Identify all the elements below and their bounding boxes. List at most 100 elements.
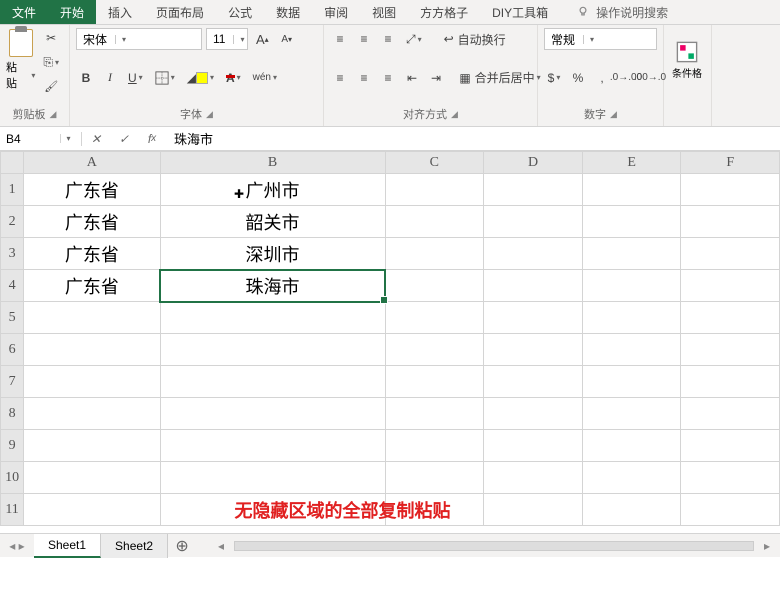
cell-F3[interactable] bbox=[681, 238, 780, 270]
cell-C2[interactable] bbox=[385, 206, 484, 238]
align-bottom-button[interactable]: ≡ bbox=[378, 28, 398, 50]
cell-E7[interactable] bbox=[582, 366, 681, 398]
cell-A6[interactable] bbox=[24, 334, 160, 366]
cell-C8[interactable] bbox=[385, 398, 484, 430]
cell-C9[interactable] bbox=[385, 430, 484, 462]
format-painter-button[interactable] bbox=[39, 75, 63, 97]
cell-F10[interactable] bbox=[681, 462, 780, 494]
cell-E3[interactable] bbox=[582, 238, 681, 270]
cell-A11[interactable] bbox=[24, 494, 160, 526]
cell-B7[interactable] bbox=[160, 366, 385, 398]
scroll-right-button[interactable]: ▸ bbox=[764, 539, 770, 553]
align-center-button[interactable]: ≡ bbox=[354, 67, 374, 89]
column-header-B[interactable]: B bbox=[160, 152, 385, 174]
column-header-E[interactable]: E bbox=[582, 152, 681, 174]
cell-E2[interactable] bbox=[582, 206, 681, 238]
insert-function-button[interactable]: fx bbox=[138, 128, 166, 150]
row-header-2[interactable]: 2 bbox=[1, 206, 24, 238]
tab-数据[interactable]: 数据 bbox=[264, 0, 312, 24]
cell-E4[interactable] bbox=[582, 270, 681, 302]
cell-D11[interactable] bbox=[484, 494, 583, 526]
cell-F2[interactable] bbox=[681, 206, 780, 238]
cell-E8[interactable] bbox=[582, 398, 681, 430]
cell-F6[interactable] bbox=[681, 334, 780, 366]
cell-F1[interactable] bbox=[681, 174, 780, 206]
sheet-tab-Sheet2[interactable]: Sheet2 bbox=[101, 534, 168, 558]
decrease-decimal-button[interactable]: .00→.0 bbox=[640, 67, 660, 89]
tell-me-search[interactable]: 操作说明搜索 bbox=[564, 0, 680, 24]
sheet-nav[interactable]: ◂ ▸ bbox=[0, 539, 34, 553]
cell-C5[interactable] bbox=[385, 302, 484, 334]
wrap-text-button[interactable]: ↩ 自动换行 bbox=[430, 28, 520, 50]
align-middle-button[interactable]: ≡ bbox=[354, 28, 374, 50]
decrease-font-button[interactable]: A▾ bbox=[277, 28, 297, 50]
cell-A7[interactable] bbox=[24, 366, 160, 398]
cell-D5[interactable] bbox=[484, 302, 583, 334]
border-button[interactable]: ▾ bbox=[151, 67, 179, 89]
cell-A10[interactable] bbox=[24, 462, 160, 494]
cell-C1[interactable] bbox=[385, 174, 484, 206]
select-all-corner[interactable] bbox=[1, 152, 24, 174]
font-color-button[interactable]: A▾ bbox=[222, 67, 245, 89]
cell-C4[interactable] bbox=[385, 270, 484, 302]
cell-F4[interactable] bbox=[681, 270, 780, 302]
scroll-left-button[interactable]: ◂ bbox=[218, 539, 224, 553]
cell-A1[interactable]: 广东省 bbox=[24, 174, 160, 206]
row-header-11[interactable]: 11 bbox=[1, 494, 24, 526]
cell-C6[interactable] bbox=[385, 334, 484, 366]
cell-C3[interactable] bbox=[385, 238, 484, 270]
cell-B3[interactable]: 深圳市 bbox=[160, 238, 385, 270]
cell-B9[interactable] bbox=[160, 430, 385, 462]
cancel-formula-button[interactable]: ✕ bbox=[82, 128, 110, 150]
cell-E10[interactable] bbox=[582, 462, 681, 494]
cell-B4[interactable]: 珠海市 bbox=[160, 270, 385, 302]
cell-D8[interactable] bbox=[484, 398, 583, 430]
cell-B11[interactable]: 无隐藏区域的全部复制粘贴 bbox=[160, 494, 385, 526]
font-name-combo[interactable]: 宋体▾ bbox=[76, 28, 202, 50]
cell-B5[interactable] bbox=[160, 302, 385, 334]
cell-D6[interactable] bbox=[484, 334, 583, 366]
enter-formula-button[interactable]: ✓ bbox=[110, 128, 138, 150]
cell-A4[interactable]: 广东省 bbox=[24, 270, 160, 302]
percent-format-button[interactable]: % bbox=[568, 67, 588, 89]
cell-F7[interactable] bbox=[681, 366, 780, 398]
cell-E9[interactable] bbox=[582, 430, 681, 462]
row-header-7[interactable]: 7 bbox=[1, 366, 24, 398]
tab-DIY工具箱[interactable]: DIY工具箱 bbox=[480, 0, 560, 24]
cut-button[interactable] bbox=[39, 27, 63, 49]
tab-方方格子[interactable]: 方方格子 bbox=[408, 0, 480, 24]
name-box-dropdown[interactable]: ▾ bbox=[60, 134, 76, 143]
paste-button[interactable]: 粘贴▾ bbox=[6, 27, 35, 93]
sheet-tab-Sheet1[interactable]: Sheet1 bbox=[34, 534, 101, 558]
cell-D3[interactable] bbox=[484, 238, 583, 270]
row-header-4[interactable]: 4 bbox=[1, 270, 24, 302]
fill-color-button[interactable]: ◢▾ bbox=[183, 67, 218, 89]
cell-B10[interactable] bbox=[160, 462, 385, 494]
cell-D1[interactable] bbox=[484, 174, 583, 206]
italic-button[interactable]: I bbox=[100, 67, 120, 89]
bold-button[interactable]: B bbox=[76, 67, 96, 89]
font-size-combo[interactable]: 11▾ bbox=[206, 28, 248, 50]
column-header-F[interactable]: F bbox=[681, 152, 780, 174]
cell-A2[interactable]: 广东省 bbox=[24, 206, 160, 238]
row-header-3[interactable]: 3 bbox=[1, 238, 24, 270]
cell-D2[interactable] bbox=[484, 206, 583, 238]
cell-A3[interactable]: 广东省 bbox=[24, 238, 160, 270]
name-box-input[interactable] bbox=[0, 132, 58, 146]
tab-页面布局[interactable]: 页面布局 bbox=[144, 0, 216, 24]
accounting-format-button[interactable]: $▾ bbox=[544, 67, 564, 89]
name-box[interactable]: ▾ bbox=[0, 132, 82, 146]
align-top-button[interactable]: ≡ bbox=[330, 28, 350, 50]
row-header-9[interactable]: 9 bbox=[1, 430, 24, 462]
cell-B2[interactable]: 韶关市 bbox=[160, 206, 385, 238]
tab-审阅[interactable]: 审阅 bbox=[312, 0, 360, 24]
cell-D4[interactable] bbox=[484, 270, 583, 302]
cell-D9[interactable] bbox=[484, 430, 583, 462]
tab-插入[interactable]: 插入 bbox=[96, 0, 144, 24]
column-header-C[interactable]: C bbox=[385, 152, 484, 174]
font-launcher[interactable]: ◢ bbox=[206, 109, 213, 120]
merge-center-button[interactable]: ▦ 合并后居中▾ bbox=[450, 67, 550, 89]
cell-E6[interactable] bbox=[582, 334, 681, 366]
decrease-indent-button[interactable]: ⇤ bbox=[402, 67, 422, 89]
cell-F9[interactable] bbox=[681, 430, 780, 462]
